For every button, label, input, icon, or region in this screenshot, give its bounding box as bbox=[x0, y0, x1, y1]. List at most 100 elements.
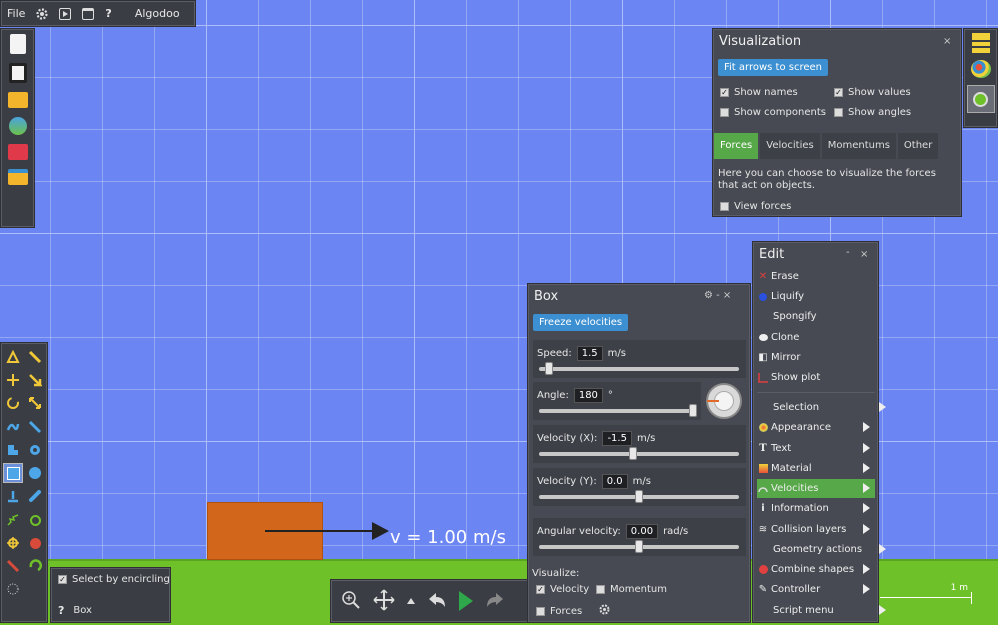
combine-shapes-submenu[interactable]: Combine shapes bbox=[757, 560, 875, 579]
help-icon[interactable]: ? bbox=[58, 604, 64, 617]
speed-input[interactable]: 1.5 bbox=[576, 346, 603, 361]
velocity-x-input[interactable]: -1.5 bbox=[602, 431, 632, 446]
undo-icon[interactable] bbox=[427, 591, 447, 612]
close-icon[interactable]: × bbox=[943, 36, 951, 47]
redo-icon[interactable] bbox=[485, 591, 505, 612]
app-name[interactable]: Algodoo bbox=[135, 7, 180, 20]
tab-velocities[interactable]: Velocities bbox=[760, 133, 820, 159]
material-submenu[interactable]: Material bbox=[757, 459, 875, 478]
velocity-x-slider[interactable] bbox=[539, 447, 739, 460]
phunlet-icon[interactable] bbox=[7, 144, 28, 160]
text-submenu[interactable]: T Text bbox=[757, 439, 875, 458]
mirror-item[interactable]: ◧ Mirror bbox=[757, 348, 875, 367]
hinge-tool-icon[interactable] bbox=[25, 510, 45, 530]
velocity-x-slider-thumb[interactable] bbox=[629, 447, 637, 460]
move-tool-icon[interactable] bbox=[3, 370, 23, 390]
velocities-submenu[interactable]: Velocities bbox=[757, 479, 875, 498]
script-menu-submenu[interactable]: Script menu bbox=[757, 601, 891, 620]
velocity-y-slider-thumb[interactable] bbox=[635, 490, 643, 503]
fixate-tool-icon[interactable] bbox=[3, 533, 23, 553]
file-menu[interactable]: File bbox=[7, 7, 25, 20]
view-forces-checkbox[interactable] bbox=[720, 202, 729, 211]
layers-icon[interactable] bbox=[971, 33, 990, 53]
tracer-tool-icon[interactable] bbox=[25, 533, 45, 553]
scene-browser-icon[interactable] bbox=[8, 63, 27, 83]
drag-tool-icon[interactable] bbox=[25, 370, 45, 390]
appearance-submenu[interactable]: Appearance bbox=[757, 418, 875, 437]
tab-momentums[interactable]: Momentums bbox=[821, 133, 896, 159]
clone-item[interactable]: Clone bbox=[757, 328, 875, 347]
knife-tool-icon[interactable] bbox=[25, 417, 45, 437]
angular-velocity-slider[interactable] bbox=[539, 540, 739, 553]
gear-icon[interactable] bbox=[36, 7, 49, 20]
erase-item[interactable]: ✕ Erase bbox=[757, 267, 875, 286]
zoom-tool-icon[interactable] bbox=[3, 579, 23, 599]
new-scene-icon[interactable] bbox=[9, 34, 26, 54]
speed-slider-thumb[interactable] bbox=[545, 362, 553, 375]
show-values-checkbox[interactable]: ✓ bbox=[834, 88, 843, 97]
play-icon[interactable] bbox=[459, 591, 473, 611]
palette-icon[interactable] bbox=[970, 60, 991, 78]
settings-gear-icon[interactable] bbox=[599, 604, 610, 618]
window-icon[interactable] bbox=[82, 7, 95, 20]
select-encircling-option[interactable]: ✓ Select by encircling bbox=[58, 574, 170, 585]
thruster-tool-icon[interactable] bbox=[3, 556, 23, 576]
rotate-tool-icon[interactable] bbox=[3, 393, 23, 413]
angle-slider[interactable] bbox=[539, 404, 697, 417]
circle-tool-icon[interactable] bbox=[25, 463, 45, 483]
angular-velocity-input[interactable]: 0.00 bbox=[625, 524, 659, 539]
velocity-checkbox[interactable]: ✓ bbox=[536, 585, 545, 594]
pan-icon[interactable] bbox=[373, 588, 395, 614]
collision-layers-submenu[interactable]: ≋ Collision layers bbox=[757, 520, 875, 539]
brush-tool-icon[interactable] bbox=[25, 347, 45, 367]
angle-dial[interactable] bbox=[706, 383, 742, 419]
help-icon[interactable]: ? bbox=[105, 7, 111, 20]
controller-submenu[interactable]: ✎ Controller bbox=[757, 580, 875, 599]
spring-tool-icon[interactable] bbox=[3, 510, 23, 530]
liquify-item[interactable]: Liquify bbox=[757, 287, 875, 306]
save-folder-icon[interactable] bbox=[7, 169, 28, 185]
expand-up-icon[interactable] bbox=[407, 598, 415, 604]
panel-controls[interactable]: ⚙ - × bbox=[704, 290, 731, 301]
zoom-icon[interactable] bbox=[341, 590, 361, 613]
speed-slider[interactable] bbox=[539, 362, 739, 375]
minimize-icon[interactable]: - bbox=[846, 247, 850, 258]
chain-tool-icon[interactable] bbox=[25, 486, 45, 506]
show-names-checkbox[interactable]: ✓ bbox=[720, 88, 729, 97]
play-scene-icon[interactable] bbox=[59, 7, 72, 20]
freeze-velocities-button[interactable]: Freeze velocities bbox=[533, 314, 629, 331]
angular-velocity-slider-thumb[interactable] bbox=[635, 540, 643, 553]
open-folder-icon[interactable] bbox=[7, 92, 28, 108]
velocity-y-input[interactable]: 0.0 bbox=[601, 474, 628, 489]
tab-other[interactable]: Other bbox=[897, 133, 939, 159]
polygon-tool-icon[interactable] bbox=[3, 440, 23, 460]
fit-arrows-button[interactable]: Fit arrows to screen bbox=[718, 59, 829, 76]
show-components-checkbox[interactable] bbox=[720, 108, 729, 117]
momentum-label: Momentum bbox=[610, 584, 667, 595]
visualization-icon[interactable] bbox=[966, 85, 995, 113]
sketch-tool-icon[interactable] bbox=[3, 347, 23, 367]
side-toolbar bbox=[963, 28, 998, 128]
submenu-arrow-icon bbox=[879, 544, 886, 554]
close-icon[interactable]: × bbox=[860, 249, 868, 260]
velocity-y-slider[interactable] bbox=[539, 490, 739, 503]
angle-input[interactable]: 180 bbox=[573, 388, 603, 403]
information-submenu[interactable]: i Information bbox=[757, 499, 875, 518]
rope-tool-icon[interactable] bbox=[3, 417, 23, 437]
algobox-icon[interactable] bbox=[8, 117, 27, 135]
forces-checkbox[interactable] bbox=[536, 606, 545, 616]
plane-tool-icon[interactable] bbox=[3, 486, 23, 506]
show-angles-checkbox[interactable] bbox=[834, 108, 843, 117]
tab-forces[interactable]: Forces bbox=[714, 133, 759, 159]
box-tool-icon[interactable] bbox=[3, 463, 23, 483]
laser-tool-icon[interactable] bbox=[25, 556, 45, 576]
show-plot-item[interactable]: Show plot bbox=[757, 368, 875, 387]
selection-submenu[interactable]: Selection bbox=[757, 398, 891, 417]
gear-tool-icon[interactable] bbox=[25, 440, 45, 460]
scale-tool-icon[interactable] bbox=[25, 393, 45, 413]
angle-slider-thumb[interactable] bbox=[689, 404, 697, 417]
momentum-checkbox[interactable] bbox=[596, 585, 605, 594]
select-encircling-checkbox[interactable]: ✓ bbox=[58, 575, 67, 584]
spongify-item[interactable]: Spongify bbox=[757, 307, 891, 326]
geometry-actions-submenu[interactable]: Geometry actions bbox=[757, 540, 891, 559]
